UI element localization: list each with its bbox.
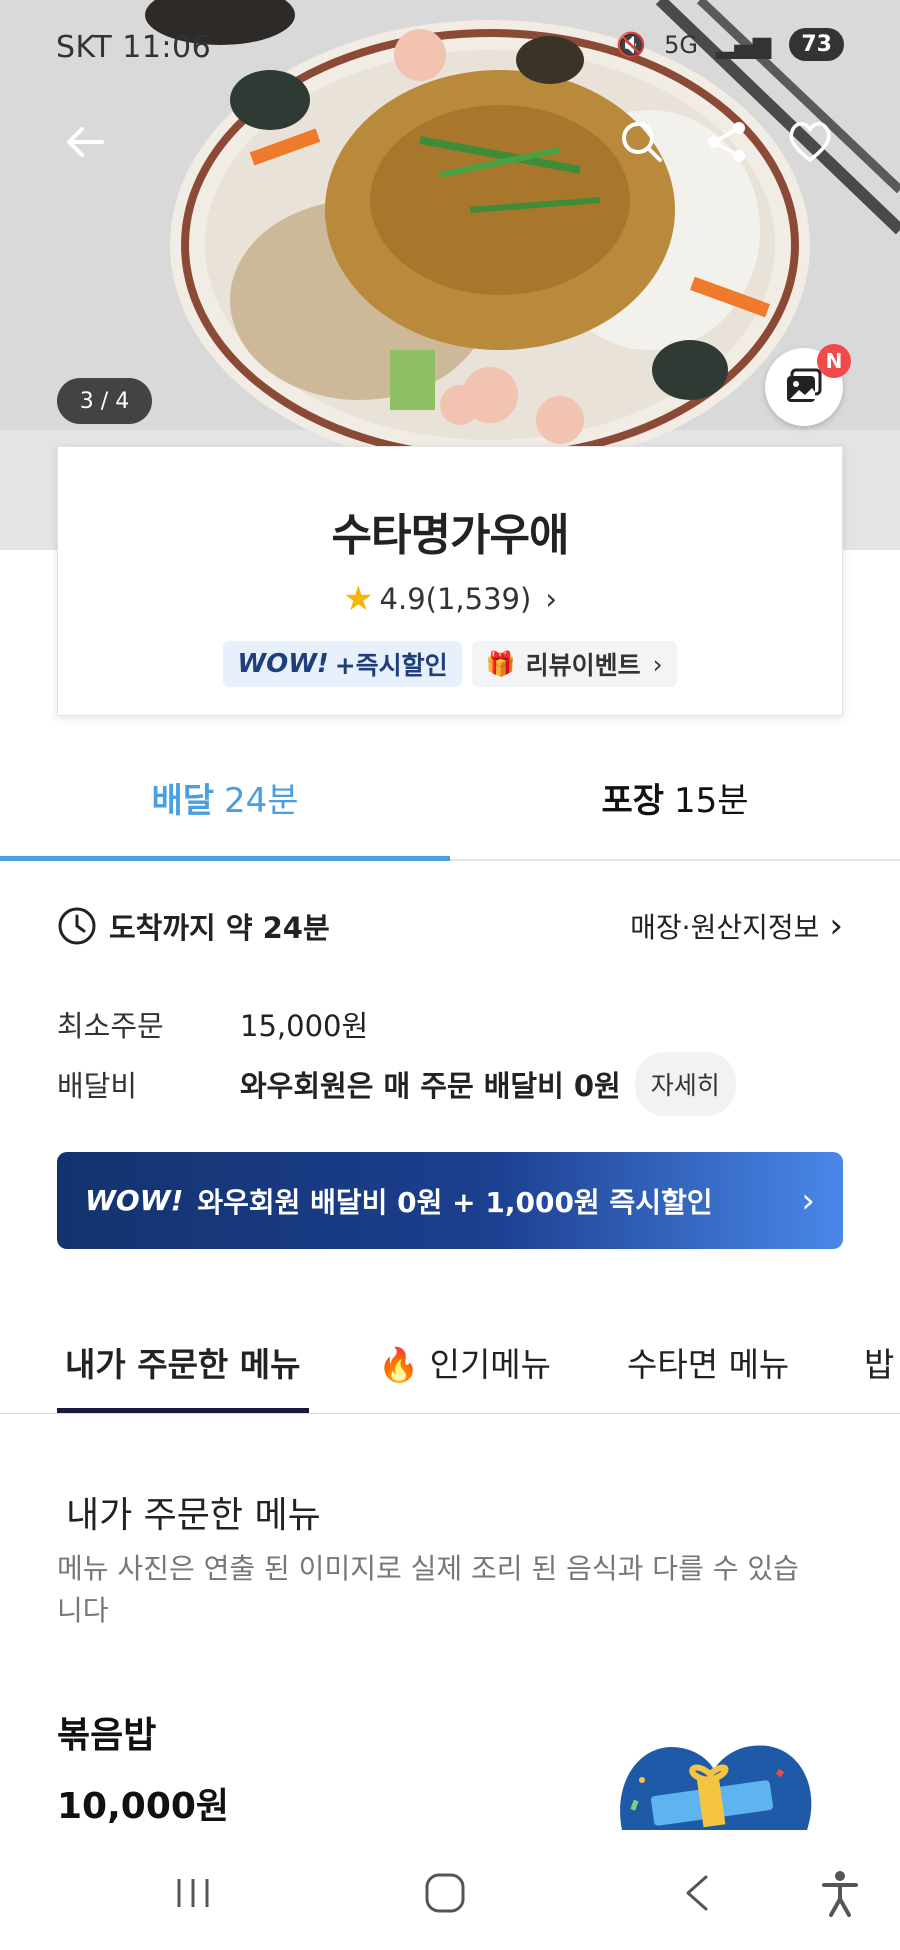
- search-icon: [622, 122, 662, 162]
- review-event-chip[interactable]: 🎁 리뷰이벤트 ›: [471, 641, 677, 687]
- system-navigation-bar: [0, 1838, 900, 1950]
- share-button[interactable]: [697, 112, 757, 172]
- back-button[interactable]: [55, 112, 115, 172]
- rating-link[interactable]: ★ 4.9(1,539) ›: [58, 579, 842, 619]
- tab-delivery-label: 배달: [151, 780, 214, 821]
- wow-logo: WOW!: [85, 1184, 184, 1217]
- menu-item-name[interactable]: 볶음밥: [57, 1706, 156, 1758]
- back-arrow-icon: [67, 127, 104, 157]
- chevron-right-icon: ›: [652, 649, 663, 679]
- arrival-text: 도착까지 약 24분: [109, 911, 330, 945]
- star-icon: ★: [343, 579, 374, 619]
- store-info-card: 수타명가우애 ★ 4.9(1,539) › WOW! +즉시할인 🎁 리뷰이벤트…: [57, 446, 843, 716]
- new-badge: N: [817, 344, 851, 378]
- wow-discount-chip[interactable]: WOW! +즉시할인: [223, 641, 462, 687]
- wow-banner-text: 와우회원 배달비 0원 + 1,000원 즉시할인: [197, 1185, 713, 1219]
- min-order-label: 최소주문: [57, 1009, 164, 1043]
- arrival-row: 도착까지 약 24분 매장·원산지정보 ›: [57, 905, 843, 947]
- tab-pickup[interactable]: 포장 15분: [450, 735, 900, 859]
- tab-delivery-time: 24분: [224, 780, 299, 821]
- chevron-left-icon: [686, 1875, 708, 1911]
- chevron-right-icon: ›: [829, 906, 843, 946]
- chevron-right-icon: ›: [801, 1180, 815, 1221]
- clock-icon: [58, 907, 96, 945]
- photo-page-indicator: 3 / 4: [57, 378, 152, 424]
- delivery-fee-value: 와우회원은 매 주문 배달비 0원: [240, 1069, 621, 1103]
- store-origin-info-link[interactable]: 매장·원산지정보 ›: [630, 906, 843, 946]
- chevron-right-icon: ›: [545, 582, 557, 616]
- section-title: 내가 주문한 메뉴: [66, 1495, 321, 1536]
- photo-review-icon: [787, 368, 822, 402]
- status-time: SKT 11:06: [56, 29, 212, 65]
- network-label: 5G: [664, 30, 698, 59]
- tab-pickup-time: 15분: [674, 780, 749, 821]
- min-order-value: 15,000원: [240, 1009, 369, 1043]
- recent-apps-icon: [177, 1879, 209, 1907]
- system-back-button[interactable]: [658, 1856, 738, 1930]
- status-icons: 🔇 5G ▂▄▆ 73: [616, 28, 844, 61]
- status-bar: SKT 11:06 🔇 5G ▂▄▆ 73: [0, 22, 900, 72]
- home-button[interactable]: [405, 1856, 485, 1930]
- photo-review-button[interactable]: N: [765, 344, 851, 426]
- wow-logo: WOW!: [237, 649, 329, 679]
- origin-link-text: 매장·원산지정보: [630, 911, 820, 944]
- store-name: 수타명가우애: [331, 510, 570, 561]
- battery-indicator: 73: [789, 28, 844, 61]
- wow-chip-text: +즉시할인: [334, 651, 448, 680]
- menu-item-price: 10,000원: [57, 1786, 230, 1827]
- search-button[interactable]: [612, 112, 672, 172]
- rating-text: 4.9(1,539): [379, 582, 532, 616]
- section-description: 메뉴 사진은 연출 된 이미지로 실제 조리 된 음식과 다를 수 있습니다: [57, 1552, 799, 1627]
- accessibility-button[interactable]: [800, 1856, 880, 1930]
- menu-category-tabs: 내가 주문한 메뉴 🔥 인기메뉴 수타면 메뉴 밥: [0, 1310, 900, 1414]
- menu-tab-rice[interactable]: 밥: [864, 1310, 894, 1413]
- menu-tab-my-orders[interactable]: 내가 주문한 메뉴: [57, 1310, 309, 1413]
- arrival-time: 도착까지 약 24분: [57, 905, 330, 947]
- tab-delivery[interactable]: 배달 24분: [0, 735, 450, 861]
- favorite-button[interactable]: [780, 112, 840, 172]
- menu-tab-hand-pulled-noodles[interactable]: 수타면 메뉴: [627, 1310, 789, 1413]
- signal-icon: ▂▄▆: [716, 30, 772, 59]
- wow-membership-banner[interactable]: WOW! 와우회원 배달비 0원 + 1,000원 즉시할인 ›: [57, 1152, 843, 1249]
- share-icon: [708, 122, 745, 162]
- heart-icon: [789, 122, 831, 162]
- delivery-fee-label: 배달비: [57, 1069, 138, 1103]
- accessibility-icon: [822, 1871, 858, 1917]
- delivery-fee-row: 배달비 와우회원은 매 주문 배달비 0원 자세히: [57, 1052, 736, 1116]
- gift-heart-image: [620, 1745, 812, 1830]
- store-chips: WOW! +즉시할인 🎁 리뷰이벤트 ›: [58, 641, 842, 687]
- delivery-fee-detail-button[interactable]: 자세히: [634, 1052, 736, 1116]
- mute-icon: 🔇: [616, 30, 647, 59]
- home-icon: [425, 1873, 465, 1913]
- menu-item-image[interactable]: [612, 1740, 817, 1830]
- menu-tab-popular[interactable]: 🔥 인기메뉴: [378, 1310, 551, 1413]
- gift-icon: 🎁: [485, 650, 516, 678]
- min-order-row: 최소주문 15,000원: [57, 1003, 368, 1045]
- recent-apps-button[interactable]: [153, 1856, 233, 1930]
- review-event-text: 리뷰이벤트: [525, 651, 641, 680]
- tab-pickup-label: 포장: [601, 780, 664, 821]
- order-type-tabs: 배달 24분 포장 15분: [0, 735, 900, 861]
